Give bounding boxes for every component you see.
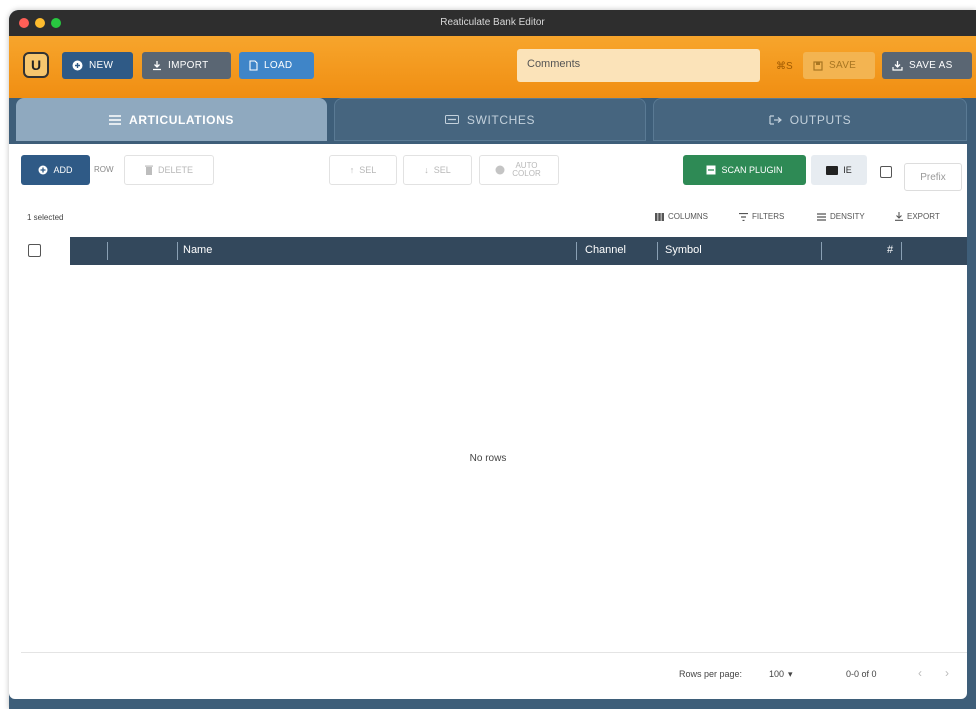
delete-button[interactable]: DELETE (124, 155, 214, 185)
output-icon (769, 114, 782, 125)
scan-icon (706, 165, 716, 175)
trash-icon (144, 165, 153, 175)
view-toggle-button[interactable]: IE (811, 155, 867, 185)
new-button-label: NEW (89, 60, 114, 71)
filters-label: FILTERS (752, 212, 785, 221)
add-button-label: ADD (53, 165, 73, 175)
column-header-symbol[interactable]: Symbol (665, 244, 702, 256)
export-label: EXPORT (907, 212, 940, 221)
title-bar: Reaticulate Bank Editor (9, 10, 976, 36)
column-divider (821, 242, 822, 260)
keyboard-icon (826, 165, 839, 175)
tab-articulations-label: ARTICULATIONS (129, 112, 234, 127)
column-divider (576, 242, 577, 260)
save-icon (813, 60, 823, 71)
window-title: Reaticulate Bank Editor (440, 17, 545, 28)
column-header-channel[interactable]: Channel (585, 244, 626, 256)
column-header-name[interactable]: Name (183, 244, 212, 256)
download-icon (892, 61, 903, 71)
column-divider (901, 242, 902, 260)
column-divider (177, 242, 178, 260)
add-row-button[interactable]: ADD (21, 155, 90, 185)
switch-icon (444, 115, 459, 124)
previous-page-button[interactable]: ‹ (918, 666, 922, 680)
prefix-checkbox[interactable] (880, 166, 892, 178)
column-header-number[interactable]: # (887, 244, 893, 256)
rows-per-page-label: Rows per page: (679, 669, 743, 679)
select-all-checkbox[interactable] (28, 244, 41, 257)
app-logo: U (23, 52, 49, 78)
import-button-label: IMPORT (168, 60, 209, 71)
tab-strip: ARTICULATIONS SWITCHES OUTPUTS (9, 98, 967, 146)
move-up-button[interactable]: ↑ SEL (329, 155, 397, 185)
auto-color-label: AUTO COLOR (512, 161, 541, 178)
density-button[interactable]: DENSITY (817, 212, 865, 221)
new-button[interactable]: NEW (62, 52, 133, 79)
tab-outputs-label: OUTPUTS (789, 112, 852, 127)
comments-input[interactable]: Comments (517, 49, 760, 82)
tab-outputs[interactable]: OUTPUTS (653, 98, 967, 141)
pagination-range: 0-0 of 0 (846, 669, 877, 679)
move-down-label: SEL (433, 165, 451, 175)
next-page-button[interactable]: › (945, 666, 949, 680)
tab-switches[interactable]: SWITCHES (334, 98, 646, 141)
columns-button[interactable]: COLUMNS (655, 212, 708, 221)
column-divider (107, 242, 108, 260)
save-button[interactable]: SAVE (803, 52, 875, 79)
move-up-label: SEL (359, 165, 377, 175)
list-icon (109, 114, 122, 125)
filters-button[interactable]: FILTERS (739, 212, 784, 221)
rows-per-page-value: 100 (769, 669, 785, 679)
auto-color-button[interactable]: AUTO COLOR (479, 155, 559, 185)
main-toolbar: U NEW IMPORT LOAD Comments ⌘S SAVE SAVE … (9, 36, 976, 98)
table-header: Name Channel Symbol # (21, 237, 967, 265)
grid-toolbar: 1 selected COLUMNS FILTERS DENSITY EXPOR… (9, 202, 967, 232)
save-shortcut-hint: ⌘S (776, 61, 793, 72)
import-button[interactable]: IMPORT (142, 52, 231, 79)
save-as-button[interactable]: SAVE AS (882, 52, 972, 79)
tab-articulations[interactable]: ARTICULATIONS (16, 98, 327, 141)
columns-label: COLUMNS (668, 212, 709, 221)
density-label: DENSITY (830, 212, 865, 221)
import-icon (153, 61, 161, 71)
rows-per-page-select[interactable]: 100 ▾ (769, 669, 793, 680)
export-button[interactable]: EXPORT (895, 212, 940, 221)
plus-circle-icon (38, 165, 48, 175)
arrow-up-icon: ↑ (349, 165, 355, 175)
tab-switches-label: SWITCHES (466, 112, 536, 127)
file-icon (249, 60, 258, 71)
palette-icon (495, 165, 504, 175)
plus-circle-icon (72, 60, 83, 71)
save-button-label: SAVE (829, 60, 857, 71)
column-divider (657, 242, 658, 260)
scan-plugin-button[interactable]: SCAN PLUGIN (683, 155, 806, 185)
prefix-input[interactable]: Prefix (904, 163, 962, 191)
scan-plugin-label: SCAN PLUGIN (721, 165, 783, 175)
action-bar: ADD ROW DELETE ↑ SEL ↓ SEL AUTO COLOR SC… (9, 144, 967, 192)
empty-table-message: No rows (469, 453, 507, 464)
selected-count: 1 selected (27, 213, 64, 222)
delete-button-label: DELETE (157, 165, 193, 175)
columns-icon (655, 212, 664, 221)
chevron-down-icon: ▾ (788, 669, 793, 679)
table-footer: Rows per page: 100 ▾ 0-0 of 0 ‹ › (21, 652, 967, 694)
filter-icon (739, 212, 748, 221)
arrow-down-icon: ↓ (424, 165, 429, 175)
density-icon (817, 212, 826, 221)
save-as-button-label: SAVE AS (909, 60, 953, 71)
view-toggle-label: IE (843, 165, 852, 175)
load-button-label: LOAD (264, 60, 293, 71)
row-label: ROW (94, 165, 114, 174)
articulations-panel: ADD ROW DELETE ↑ SEL ↓ SEL AUTO COLOR SC… (9, 144, 967, 699)
load-button[interactable]: LOAD (239, 52, 314, 79)
move-down-button[interactable]: ↓ SEL (403, 155, 472, 185)
export-icon (895, 212, 903, 221)
